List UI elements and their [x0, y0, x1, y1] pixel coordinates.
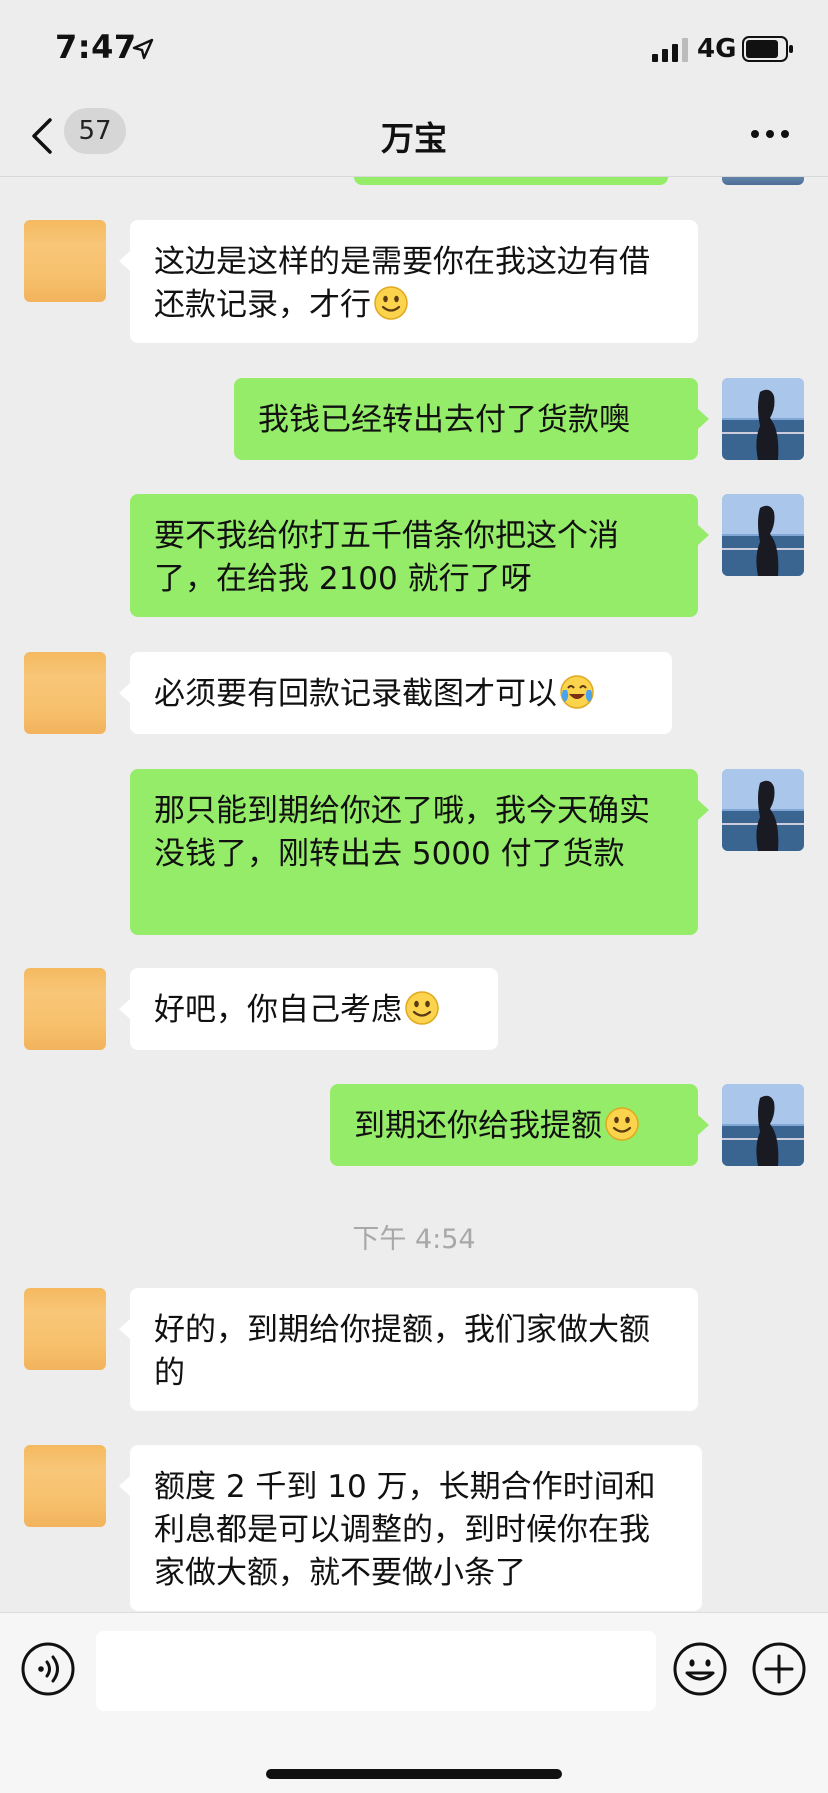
message-text: 好吧，你自己考虑	[154, 992, 402, 1028]
bubble-tail	[698, 1115, 709, 1135]
status-bar: 7:47 4G	[0, 0, 828, 100]
message-bubble-received[interactable]: 好的，到期给你提额，我们家做大额的	[130, 1288, 698, 1411]
network-type: 4G	[697, 34, 737, 64]
bubble-tail	[119, 251, 130, 271]
message-bubble-sent[interactable]: 到期还你给我提额	[330, 1084, 698, 1166]
bubble-tail	[119, 999, 130, 1019]
bubble-tail	[698, 800, 709, 820]
message-text: 好的，到期给你提额，我们家做大额的	[154, 1312, 650, 1391]
status-time: 7:47	[55, 28, 137, 66]
message-timestamp: 下午 4:54	[352, 1224, 476, 1255]
laughing-crying-emoji-icon	[560, 675, 594, 709]
voice-icon[interactable]	[20, 1641, 76, 1697]
chat-message-list[interactable]: 这边是这样的是需要你在我这边有借还款记录，才行 我钱已经转出去付了货款噢 要不我…	[0, 177, 828, 1611]
message-bubble-received[interactable]: 必须要有回款记录截图才可以	[130, 652, 672, 734]
message-text: 到期还你给我提额	[354, 1108, 602, 1144]
contact-avatar[interactable]	[24, 220, 106, 302]
location-arrow-icon	[132, 38, 154, 60]
message-text: 我钱已经转出去付了货款噢	[258, 402, 630, 438]
plus-icon[interactable]	[751, 1641, 807, 1697]
user-avatar[interactable]	[722, 769, 804, 851]
emoji-icon[interactable]	[672, 1641, 728, 1697]
chat-input-bar	[0, 1612, 828, 1793]
message-bubble-sent[interactable]: 那只能到期给你还了哦，我今天确实没钱了，刚转出去 5000 付了货款	[130, 769, 698, 935]
message-bubble-sent[interactable]: 我钱已经转出去付了货款噢	[234, 378, 698, 460]
user-avatar[interactable]	[722, 378, 804, 460]
contact-avatar[interactable]	[24, 1445, 106, 1527]
battery-icon	[742, 36, 793, 62]
user-avatar[interactable]	[722, 1084, 804, 1166]
bubble-tail	[698, 409, 709, 429]
bubble-tail	[119, 1319, 130, 1339]
chat-header: 57 万宝	[0, 100, 828, 177]
smile-emoji-icon	[374, 286, 408, 320]
message-text: 要不我给你打五千借条你把这个消了，在给我 2100 就行了呀	[154, 518, 619, 597]
message-bubble-received[interactable]: 额度 2 千到 10 万，长期合作时间和利息都是可以调整的，到时候你在我家做大额…	[130, 1445, 702, 1611]
message-bubble-received[interactable]: 好吧，你自己考虑	[130, 968, 498, 1050]
bubble-tail	[119, 683, 130, 703]
home-indicator[interactable]	[266, 1769, 562, 1779]
user-avatar[interactable]	[722, 494, 804, 576]
contact-avatar[interactable]	[24, 652, 106, 734]
previous-message-bubble	[354, 177, 668, 185]
chat-title: 万宝	[381, 119, 447, 158]
more-dots-icon[interactable]	[750, 128, 790, 140]
message-bubble-sent[interactable]: 要不我给你打五千借条你把这个消了，在给我 2100 就行了呀	[130, 494, 698, 617]
avatar-partial	[722, 177, 804, 185]
message-input[interactable]	[96, 1631, 656, 1711]
message-text: 那只能到期给你还了哦，我今天确实没钱了，刚转出去 5000 付了货款	[154, 793, 650, 872]
contact-avatar[interactable]	[24, 1288, 106, 1370]
smile-emoji-icon	[605, 1107, 639, 1141]
smile-emoji-icon	[405, 991, 439, 1025]
message-bubble-received[interactable]: 这边是这样的是需要你在我这边有借还款记录，才行	[130, 220, 698, 343]
message-text: 必须要有回款记录截图才可以	[154, 676, 557, 712]
contact-avatar[interactable]	[24, 968, 106, 1050]
signal-icon	[652, 38, 688, 62]
message-text: 额度 2 千到 10 万，长期合作时间和利息都是可以调整的，到时候你在我家做大额…	[154, 1469, 656, 1591]
bubble-tail	[698, 525, 709, 545]
bubble-tail	[119, 1476, 130, 1496]
